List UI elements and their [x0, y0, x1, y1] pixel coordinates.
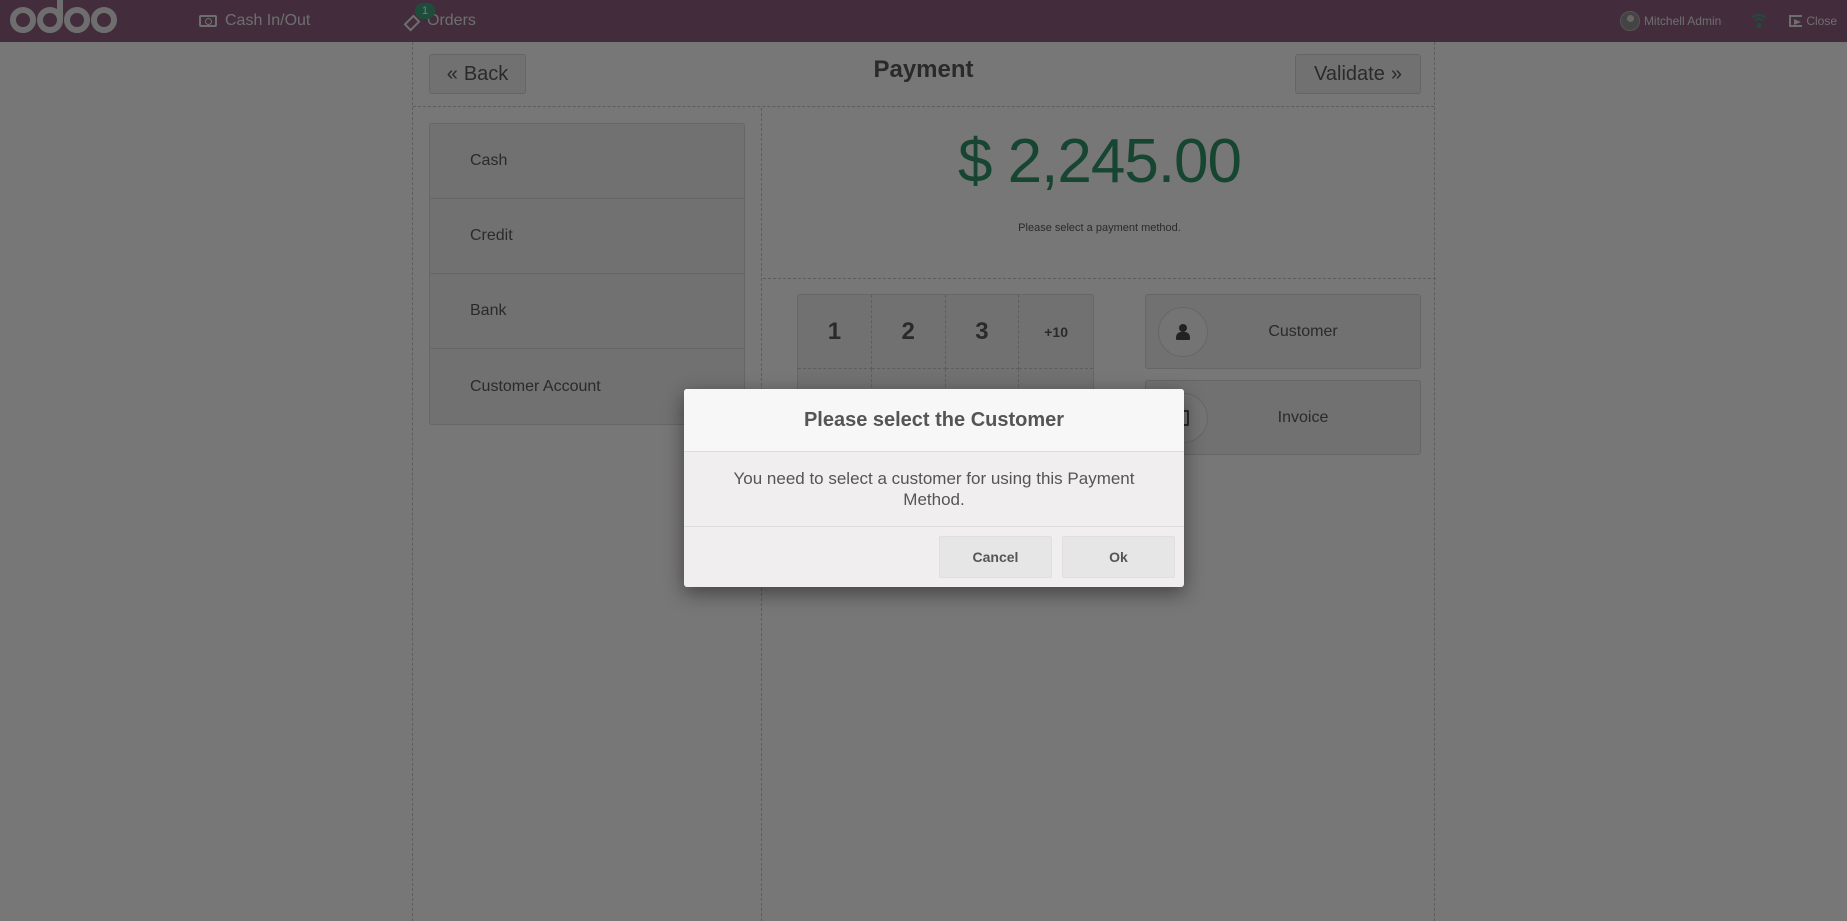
- cancel-button[interactable]: Cancel: [939, 536, 1052, 578]
- dialog-title: Please select the Customer: [684, 389, 1184, 452]
- ok-button[interactable]: Ok: [1062, 536, 1175, 578]
- select-customer-dialog: Please select the Customer You need to s…: [684, 389, 1184, 587]
- dialog-message: You need to select a customer for using …: [684, 452, 1184, 527]
- dialog-footer: Cancel Ok: [684, 527, 1184, 587]
